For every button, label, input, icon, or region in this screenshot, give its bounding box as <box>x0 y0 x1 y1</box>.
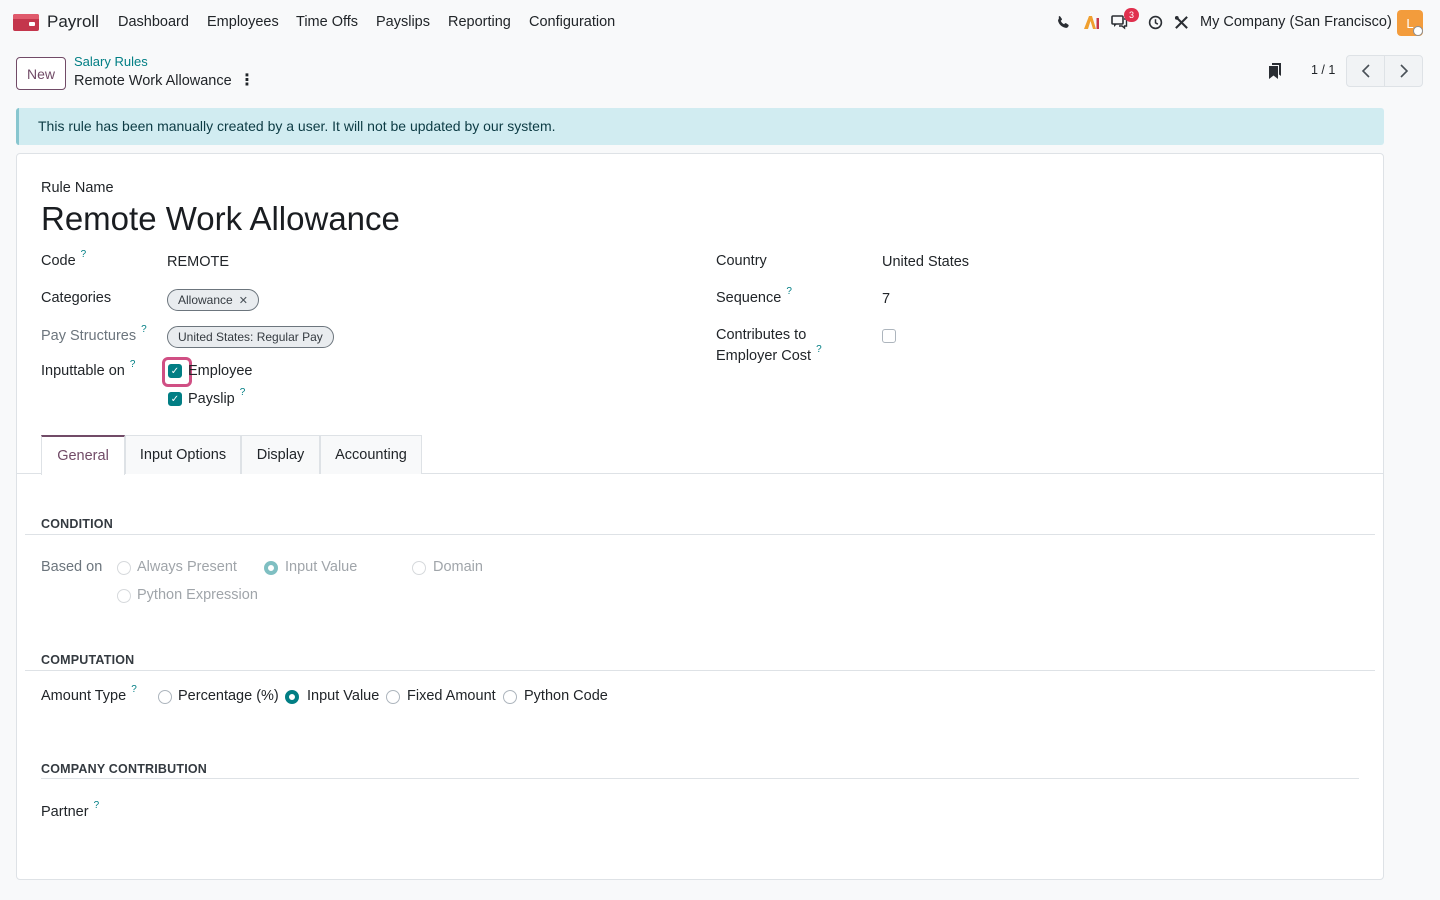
menu-employees[interactable]: Employees <box>207 14 279 30</box>
messages-badge: 3 <box>1124 8 1139 22</box>
condition-divider <box>25 534 1375 535</box>
menu-dashboard[interactable]: Dashboard <box>118 14 189 30</box>
pay-structures-label: Pay Structures? <box>41 324 147 344</box>
code-label: Code? <box>41 249 87 269</box>
sequence-label: Sequence? <box>716 286 792 306</box>
condition-section-title: CONDITION <box>41 517 113 531</box>
ai-icon[interactable] <box>1082 13 1100 31</box>
partner-help-icon[interactable]: ? <box>94 800 100 811</box>
radio-always-present-label: Always Present <box>137 559 237 575</box>
partner-label: Partner? <box>41 800 100 820</box>
user-status-indicator <box>1413 26 1423 36</box>
contributes-help-icon[interactable]: ? <box>816 344 822 355</box>
sequence-input[interactable]: 7 <box>882 291 890 307</box>
amount-type-help-icon[interactable]: ? <box>131 684 137 695</box>
code-input[interactable]: REMOTE <box>167 254 229 270</box>
bookmark-icon[interactable] <box>1267 62 1283 80</box>
form-sheet: Rule Name Remote Work Allowance Code? RE… <box>16 153 1384 880</box>
code-help-icon[interactable]: ? <box>81 249 87 260</box>
inputtable-on-label: Inputtable on? <box>41 359 136 379</box>
categories-label: Categories <box>41 290 112 306</box>
contributes-label-line1: Contributes to <box>716 327 807 343</box>
rule-name-input[interactable]: Remote Work Allowance <box>41 200 400 238</box>
employer-cost-checkbox[interactable] <box>882 329 896 343</box>
based-on-label: Based on <box>41 559 103 575</box>
computation-section-title: COMPUTATION <box>41 653 135 667</box>
category-tag-label: Allowance <box>178 293 233 307</box>
pay-structure-tag[interactable]: United States: Regular Pay <box>167 326 334 348</box>
payroll-app-icon[interactable] <box>13 14 39 31</box>
breadcrumb-salary-rules[interactable]: Salary Rules <box>74 54 148 69</box>
radio-always-present <box>117 561 131 575</box>
employee-checkbox-label[interactable]: Employee <box>188 363 252 379</box>
menu-payslips[interactable]: Payslips <box>376 14 430 30</box>
tab-general[interactable]: General <box>41 435 125 475</box>
pager-value[interactable]: 1 / 1 <box>1311 63 1335 77</box>
tools-icon[interactable] <box>1172 13 1190 31</box>
country-label: Country <box>716 253 767 269</box>
tab-display[interactable]: Display <box>241 435 320 474</box>
radio-domain <box>412 561 426 575</box>
new-button[interactable]: New <box>16 57 66 90</box>
inputtable-help-icon[interactable]: ? <box>130 359 136 370</box>
radio-input-value[interactable] <box>285 690 299 704</box>
radio-input-value-condition-label: Input Value <box>285 559 358 575</box>
phone-icon[interactable] <box>1054 13 1072 31</box>
top-navbar: Payroll Dashboard Employees Time Offs Pa… <box>0 0 1440 46</box>
payslip-checkbox-label[interactable]: Payslip? <box>188 387 245 407</box>
radio-python-expression-label: Python Expression <box>137 587 258 603</box>
payslip-checkbox[interactable]: ✓ <box>168 392 182 406</box>
clock-icon[interactable] <box>1146 13 1164 31</box>
tab-input-options[interactable]: Input Options <box>125 435 241 474</box>
radio-percentage[interactable] <box>158 690 172 704</box>
actions-menu-icon[interactable]: ⋮ <box>239 72 255 89</box>
radio-fixed-amount[interactable] <box>386 690 400 704</box>
info-alert: This rule has been manually created by a… <box>16 108 1384 145</box>
contributes-label-line2: Employer Cost? <box>716 344 822 364</box>
sequence-help-icon[interactable]: ? <box>786 286 792 297</box>
employee-checkbox[interactable]: ✓ <box>168 364 182 378</box>
radio-python-expression <box>117 589 131 603</box>
radio-input-value-condition <box>264 561 278 575</box>
menu-configuration[interactable]: Configuration <box>529 14 615 30</box>
company-contribution-divider <box>41 778 1359 779</box>
tab-accounting[interactable]: Accounting <box>320 435 422 474</box>
category-tag[interactable]: Allowance ✕ <box>167 289 259 311</box>
radio-input-value-label[interactable]: Input Value <box>307 688 379 704</box>
radio-python-code-label[interactable]: Python Code <box>524 688 608 704</box>
computation-divider <box>25 670 1375 671</box>
remove-tag-icon[interactable]: ✕ <box>239 294 248 307</box>
breadcrumb-current-record: Remote Work Allowance <box>74 73 232 89</box>
radio-domain-label: Domain <box>433 559 483 575</box>
payslip-help-icon[interactable]: ? <box>240 387 246 398</box>
pager-previous-button[interactable] <box>1346 55 1385 87</box>
pager-next-button[interactable] <box>1384 55 1423 87</box>
menu-reporting[interactable]: Reporting <box>448 14 511 30</box>
country-input[interactable]: United States <box>882 254 969 270</box>
app-brand[interactable]: Payroll <box>47 12 99 32</box>
rule-name-label: Rule Name <box>41 180 114 196</box>
amount-type-label: Amount Type? <box>41 684 137 704</box>
radio-percentage-label[interactable]: Percentage (%) <box>178 688 279 704</box>
pay-structures-help-icon[interactable]: ? <box>141 324 147 335</box>
alert-text: This rule has been manually created by a… <box>38 118 556 134</box>
company-switcher[interactable]: My Company (San Francisco) <box>1200 14 1392 30</box>
menu-time-offs[interactable]: Time Offs <box>296 14 358 30</box>
company-contribution-section-title: COMPANY CONTRIBUTION <box>41 762 208 776</box>
radio-python-code[interactable] <box>503 690 517 704</box>
radio-fixed-amount-label[interactable]: Fixed Amount <box>407 688 496 704</box>
